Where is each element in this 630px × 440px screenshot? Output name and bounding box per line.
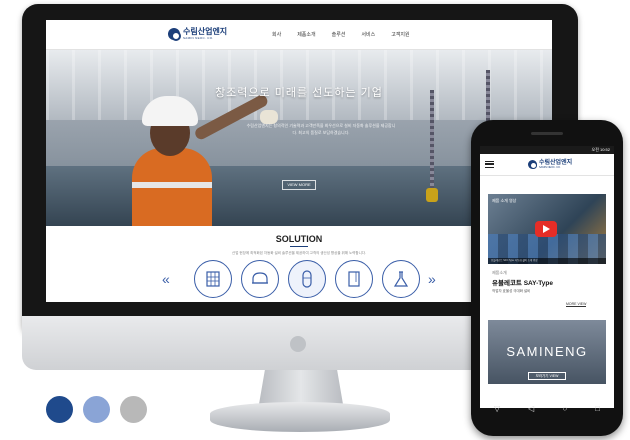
product-category: 제품소개 xyxy=(492,270,507,275)
logo-subtext: SAMIN NEOC. CO. xyxy=(183,36,214,40)
nav-home-icon[interactable]: ○ xyxy=(562,405,567,413)
main-nav: 회사 제품소개 솔루션 서비스 고객지원 xyxy=(272,31,410,38)
mobile-logo-subtext: SAMIN NEOC. CO. xyxy=(539,166,561,169)
hat-icon xyxy=(252,272,268,284)
grid-icon xyxy=(206,271,220,287)
brand-banner: SAMINENG 보러가기 VIEW xyxy=(488,320,606,384)
logo-text: 수림산업엔지 xyxy=(183,27,228,36)
hamburger-menu-icon[interactable] xyxy=(485,161,494,168)
document-icon xyxy=(348,271,360,287)
solution-item-document[interactable] xyxy=(335,260,373,298)
flask-icon xyxy=(393,271,409,287)
hoist-chain xyxy=(430,90,434,200)
product-subtitle: 작업자 효율성 극대화 설비 xyxy=(492,289,531,293)
nav-item-solution[interactable]: 솔루션 xyxy=(332,31,346,38)
mobile-website-screen: 오전 10:52 수림산업엔지 SAMIN NEOC. CO. 제품 소개 영상… xyxy=(480,146,614,408)
solution-prev-arrow[interactable]: « xyxy=(162,272,170,286)
nav-recent-icon[interactable]: □ xyxy=(595,405,600,413)
banner-view-button[interactable]: 보러가기 VIEW xyxy=(528,372,566,380)
solution-title-underline xyxy=(290,246,308,247)
logo-mark-icon xyxy=(168,28,181,41)
status-time: 오전 10:52 xyxy=(591,147,610,152)
solution-item-grid[interactable] xyxy=(194,260,232,298)
nav-item-products[interactable]: 제품소개 xyxy=(297,31,315,38)
hero-description: 수림산업엔지는 창의적인 기술력과 고객만족을 최우선으로 설비 자동화 솔루션… xyxy=(246,123,396,135)
hero-title: 창조력으로 미래를 선도하는 기업 xyxy=(215,87,383,99)
tube-icon xyxy=(302,270,312,288)
site-logo[interactable]: 수림산업엔지 SAMIN NEOC. CO. xyxy=(168,27,228,41)
solution-icon-carousel xyxy=(194,260,420,298)
solution-item-hat[interactable] xyxy=(241,260,279,298)
logo-mark-icon xyxy=(528,160,537,169)
video-title: 제품 소개 영상 xyxy=(492,198,517,203)
product-video-player[interactable]: 제품 소개 영상 유블레코트 SAY-Type 자동화 설비 소개 영상 xyxy=(488,194,606,264)
android-nav-bar: ▽ ◁ ○ □ xyxy=(480,400,614,418)
hero-view-more-button[interactable]: VIEW MORE xyxy=(282,180,316,190)
swatch-dark-blue[interactable] xyxy=(46,396,73,423)
nav-item-service[interactable]: 서비스 xyxy=(361,31,375,38)
hoist-hook xyxy=(426,188,438,202)
monitor-stand-base xyxy=(210,402,390,432)
video-caption: 유블레코트 SAY-Type 자동화 설비 소개 영상 xyxy=(488,258,606,264)
status-bar: 오전 10:52 xyxy=(480,146,614,154)
nav-item-support[interactable]: 고객지원 xyxy=(391,31,409,38)
solution-item-tube[interactable] xyxy=(288,260,326,298)
nav-down-icon[interactable]: ▽ xyxy=(494,405,500,413)
mobile-logo[interactable]: 수림산업엔지 SAMIN NEOC. CO. xyxy=(528,160,572,169)
banner-brand-text: SAMINENG xyxy=(506,344,588,359)
solution-item-flask[interactable] xyxy=(382,260,420,298)
site-header: 수림산업엔지 SAMIN NEOC. CO. 회사 제품소개 솔루션 서비스 고… xyxy=(46,20,552,50)
mobile-header: 수림산업엔지 SAMIN NEOC. CO. xyxy=(480,154,614,176)
nav-back-icon[interactable]: ◁ xyxy=(528,405,534,413)
nav-item-company[interactable]: 회사 xyxy=(272,31,281,38)
swatch-gray[interactable] xyxy=(120,396,147,423)
swatch-light-blue[interactable] xyxy=(83,396,110,423)
more-view-link[interactable]: MORE VIEW xyxy=(566,302,587,307)
youtube-play-icon[interactable] xyxy=(535,221,557,237)
phone-speaker xyxy=(531,132,563,135)
solution-next-arrow[interactable]: » xyxy=(428,272,436,286)
vest-reflective-stripe xyxy=(132,182,212,188)
product-title: 유블레코트 SAY-Type xyxy=(492,280,553,287)
color-swatches xyxy=(46,396,147,423)
